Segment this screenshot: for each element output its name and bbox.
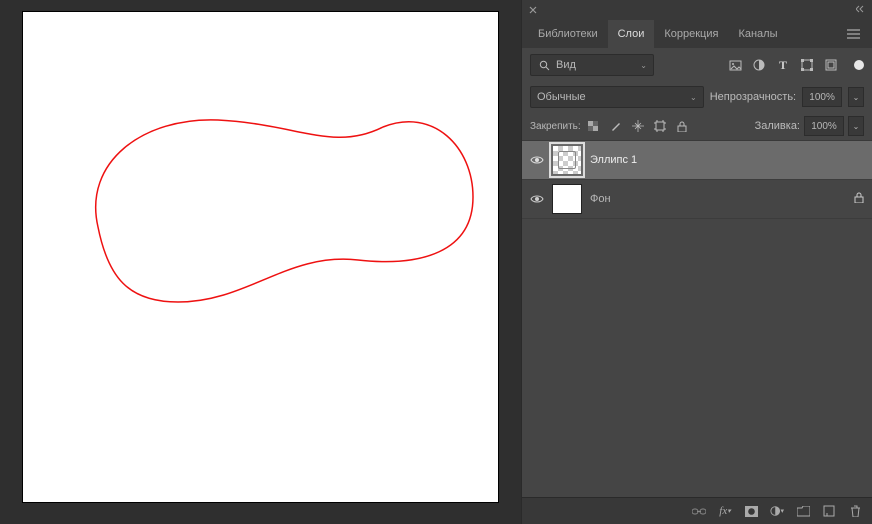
filter-row: Вид ⌄ T [522, 48, 872, 82]
fill-chevron[interactable]: ⌄ [848, 116, 864, 136]
chevron-down-icon: ⌄ [690, 93, 697, 102]
adjustment-layer-icon[interactable]: ▾ [770, 504, 784, 518]
filter-smart-icon[interactable] [824, 58, 838, 72]
panel-menu-icon[interactable] [841, 20, 866, 48]
ellipse-shape-path[interactable] [96, 120, 473, 302]
layer-effects-icon[interactable]: fx▾ [718, 504, 732, 518]
tab-channels[interactable]: Каналы [728, 20, 787, 48]
lock-position-icon[interactable] [631, 119, 645, 133]
lock-row: Закрепить: Заливка: 100% ⌄ [522, 112, 872, 140]
blend-mode-dropdown[interactable]: Обычные ⌄ [530, 86, 704, 108]
filter-pixel-icon[interactable] [728, 58, 742, 72]
layer-mask-icon[interactable] [744, 504, 758, 518]
layer-row[interactable]: Эллипс 1 [522, 141, 872, 180]
filter-shape-icon[interactable] [800, 58, 814, 72]
close-icon[interactable] [528, 6, 537, 15]
panel-tabs: Библиотеки Слои Коррекция Каналы [522, 20, 872, 48]
lock-transparency-icon[interactable] [587, 119, 601, 133]
filter-label: Вид [556, 59, 576, 71]
fill-label: Заливка: [755, 120, 800, 132]
visibility-toggle-icon[interactable] [530, 153, 544, 167]
lock-label: Закрепить: [530, 121, 581, 132]
new-layer-icon[interactable] [822, 504, 836, 518]
chevron-down-icon: ⌄ [640, 61, 647, 70]
search-icon [537, 58, 551, 72]
filter-type-icon[interactable]: T [776, 58, 790, 72]
layer-thumbnail[interactable] [552, 184, 582, 214]
lock-pixels-icon[interactable] [609, 119, 623, 133]
opacity-chevron[interactable]: ⌄ [848, 87, 864, 107]
document-canvas[interactable] [23, 12, 498, 502]
fill-value[interactable]: 100% [804, 116, 844, 136]
blend-opacity-row: Обычные ⌄ Непрозрачность: 100% ⌄ [522, 82, 872, 112]
layer-name[interactable]: Фон [590, 193, 846, 205]
tab-libraries[interactable]: Библиотеки [528, 20, 608, 48]
layer-filter-dropdown[interactable]: Вид ⌄ [530, 54, 654, 76]
lock-indicator-icon[interactable] [854, 192, 864, 206]
collapse-icon[interactable] [856, 5, 866, 16]
opacity-label: Непрозрачность: [710, 91, 796, 103]
layer-row[interactable]: Фон [522, 180, 872, 219]
canvas-area [0, 0, 521, 524]
layer-list: Эллипс 1 Фон [522, 140, 872, 497]
filter-toggle-dot[interactable] [854, 60, 864, 70]
panel-footer: fx▾ ▾ [522, 497, 872, 524]
visibility-toggle-icon[interactable] [530, 192, 544, 206]
tab-adjustments[interactable]: Коррекция [654, 20, 728, 48]
opacity-value[interactable]: 100% [802, 87, 842, 107]
blend-mode-value: Обычные [537, 91, 586, 103]
delete-layer-icon[interactable] [848, 504, 862, 518]
lock-all-icon[interactable] [675, 119, 689, 133]
tab-layers[interactable]: Слои [608, 20, 655, 48]
group-icon[interactable] [796, 504, 810, 518]
layer-thumbnail[interactable] [552, 145, 582, 175]
filter-adjustment-icon[interactable] [752, 58, 766, 72]
link-layers-icon[interactable] [692, 504, 706, 518]
layers-panel: Библиотеки Слои Коррекция Каналы Вид ⌄ T [521, 0, 872, 524]
layer-name[interactable]: Эллипс 1 [590, 154, 864, 166]
lock-artboard-icon[interactable] [653, 119, 667, 133]
panel-titlebar [522, 0, 872, 20]
